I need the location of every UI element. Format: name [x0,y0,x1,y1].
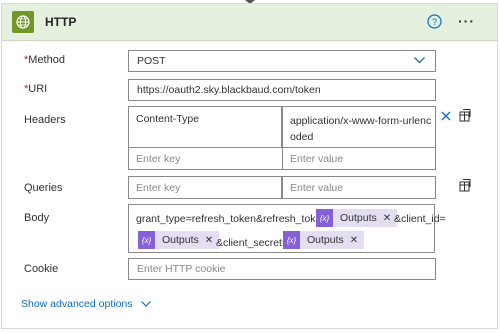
chevron-down-icon [141,301,152,308]
cookie-input[interactable]: Enter HTTP cookie [128,258,436,280]
header-key-placeholder: Enter key [136,153,181,165]
uri-label-text: URI [28,83,48,95]
close-icon[interactable]: ✕ [350,235,364,246]
uri-label: *URI [24,83,47,95]
query-key-input[interactable]: Enter key [128,176,282,199]
expression-icon: {x} [316,209,333,227]
action-title: HTTP [45,15,77,29]
token-label: Outputs [340,212,377,224]
http-action-card: HTTP ? ··· *Method POST *URI https://oau… [1,3,498,329]
body-text-client-id: &client_id= [394,213,446,225]
expression-icon: {x} [138,231,155,249]
delete-row-icon[interactable] [441,111,451,121]
action-header[interactable]: HTTP ? ··· [2,4,497,41]
method-value: POST [137,55,166,67]
cookie-placeholder: Enter HTTP cookie [137,263,226,275]
headers-label: Headers [24,114,66,126]
uri-input[interactable]: https://oauth2.sky.blackbaud.com/token [128,79,436,101]
method-label: *Method [24,54,65,66]
header-value-cell[interactable]: application/x-www-form-urlenc oded [282,106,436,148]
header-value-line2: oded [290,131,314,143]
outputs-token[interactable]: {x} Outputs ✕ [316,209,398,227]
body-input[interactable]: grant_type=refresh_token&refresh_token= … [128,204,446,253]
switch-to-text-mode-icon[interactable] [459,179,471,192]
method-label-text: Method [28,54,65,66]
header-key-cell[interactable]: Content-Type [128,106,282,148]
query-value-placeholder: Enter value [290,182,344,194]
advanced-label: Show advanced options [21,298,133,310]
header-key: Content-Type [136,113,200,125]
header-new-value-input[interactable]: Enter value [282,147,436,170]
chevron-down-icon [414,57,425,64]
globe-icon [12,11,34,33]
header-value-placeholder: Enter value [290,153,344,165]
show-advanced-options-link[interactable]: Show advanced options [21,298,152,310]
cookie-label: Cookie [24,263,59,275]
token-label: Outputs [162,234,199,246]
body-text-client-secret: &client_secret= [216,237,289,249]
query-key-placeholder: Enter key [136,182,181,194]
body-label: Body [24,212,50,224]
expression-icon: {x} [283,231,300,249]
header-value-line1: application/x-www-form-urlenc [290,115,432,127]
switch-to-text-mode-icon[interactable] [459,109,471,122]
svg-text:?: ? [432,17,437,27]
queries-label: Queries [24,182,63,194]
outputs-token[interactable]: {x} Outputs ✕ [283,231,365,249]
token-label: Outputs [307,234,344,246]
method-dropdown[interactable]: POST [128,50,436,72]
uri-value: https://oauth2.sky.blackbaud.com/token [137,84,321,96]
outputs-token[interactable]: {x} Outputs ✕ [138,231,220,249]
more-dots-icon[interactable]: ··· [458,14,475,28]
query-value-input[interactable]: Enter value [282,176,436,199]
header-new-key-input[interactable]: Enter key [128,147,283,170]
question-circle-icon[interactable]: ? [427,14,442,29]
body-text-grant-type: grant_type=refresh_token&refresh_token= [136,213,334,225]
